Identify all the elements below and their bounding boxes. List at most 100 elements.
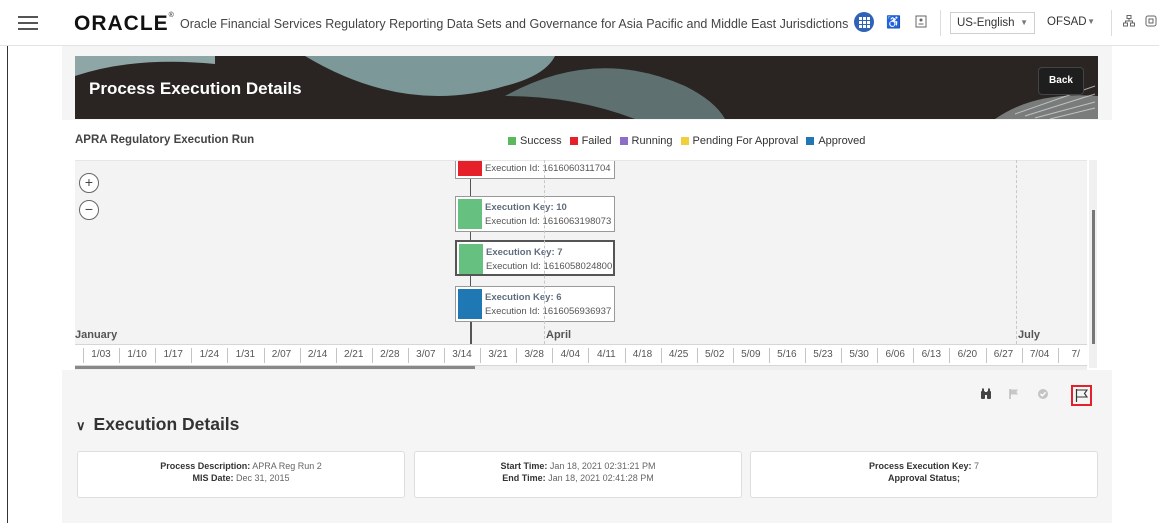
- tick-separator: [552, 348, 554, 363]
- tick-separator: [768, 348, 770, 363]
- legend-label: Approved: [818, 135, 866, 147]
- page-header-banner: Process Execution Details Back: [75, 56, 1098, 119]
- help-icon[interactable]: [914, 15, 928, 29]
- date-tick-label: 3/28: [524, 349, 544, 360]
- legend-item: Failed: [569, 135, 612, 147]
- details-card-key: Process Execution Key: 7 Approval Status…: [750, 451, 1098, 498]
- tick-separator: [191, 348, 193, 363]
- flag-outline-icon[interactable]: [1071, 385, 1092, 406]
- zoom-out-button[interactable]: −: [79, 200, 99, 220]
- tick-separator: [480, 348, 482, 363]
- date-tick-label: 2/28: [380, 349, 400, 360]
- oracle-logo: ORACLE®: [74, 12, 175, 35]
- zoom-in-button[interactable]: +: [79, 173, 99, 193]
- tick-separator: [1057, 348, 1059, 363]
- tick-separator: [227, 348, 229, 363]
- tick-separator: [516, 348, 518, 363]
- status-swatch: [458, 199, 482, 229]
- details-card-time: Start Time: Jan 18, 2021 02:31:21 PM End…: [414, 451, 742, 498]
- chevron-down-icon: ▼: [1087, 17, 1095, 26]
- date-tick-label: 3/07: [416, 349, 436, 360]
- month-gridline: [544, 160, 545, 344]
- legend-swatch: [508, 137, 516, 145]
- vertical-scrollbar-thumb[interactable]: [1092, 210, 1095, 344]
- execution-timeline[interactable]: + − Execution Key: 8Execution Id: 161606…: [75, 160, 1087, 368]
- accessibility-icon[interactable]: ♿: [886, 15, 901, 29]
- logout-icon[interactable]: [1144, 15, 1158, 29]
- date-tick-label: 4/25: [668, 349, 689, 360]
- tick-separator: [83, 348, 84, 363]
- status-swatch: [458, 161, 482, 176]
- tick-separator: [588, 348, 590, 363]
- execution-id: Execution Id: 1616056936937: [485, 306, 612, 317]
- chevron-down-icon: ∨: [76, 418, 86, 433]
- language-select[interactable]: US-English ▼: [950, 12, 1035, 34]
- execution-key: Execution Key: 7: [486, 247, 563, 258]
- date-tick-label: 2/07: [271, 349, 292, 360]
- execution-id: Execution Id: 1616060311704: [485, 163, 611, 174]
- back-button[interactable]: Back: [1038, 67, 1084, 95]
- date-tick-label: 5/16: [777, 349, 797, 360]
- horizontal-scrollbar-thumb[interactable]: [75, 366, 475, 369]
- sitemap-icon[interactable]: [1122, 15, 1136, 29]
- tick-separator: [624, 348, 626, 363]
- month-label: April: [546, 329, 572, 341]
- date-tick-label: 3/21: [488, 349, 508, 360]
- execution-node[interactable]: Execution Key: 10 Execution Id: 161606319…: [455, 196, 615, 232]
- run-title: APRA Regulatory Execution Run: [75, 134, 255, 146]
- date-tick-label: 7/04: [1029, 349, 1050, 360]
- legend-swatch: [680, 137, 689, 145]
- tick-separator: [660, 348, 662, 363]
- app-title: Oracle Financial Services Regulatory Rep…: [180, 17, 849, 31]
- execution-node[interactable]: Execution Key: 7 Execution Id: 1616058024…: [455, 240, 615, 276]
- tick-separator: [299, 348, 301, 363]
- legend-item: Running: [619, 135, 673, 147]
- date-tick-label: 4/18: [632, 349, 653, 360]
- tick-separator: [335, 348, 337, 363]
- date-tick-label: 1/31: [235, 349, 256, 360]
- month-gridline: [1016, 160, 1017, 344]
- legend-label: Pending For Approval: [692, 135, 799, 147]
- tick-separator: [732, 348, 734, 363]
- date-tick-label: 2/14: [307, 349, 328, 360]
- month-label: July: [1018, 329, 1041, 341]
- tick-separator: [444, 348, 445, 363]
- node-connector: [470, 276, 471, 286]
- date-tick-label: 5/02: [704, 349, 725, 360]
- tick-separator: [263, 348, 265, 363]
- legend-swatch: [569, 137, 578, 145]
- menu-icon[interactable]: [18, 16, 38, 30]
- execution-id: Execution Id: 1616058024800: [486, 261, 613, 272]
- legend-label: Success: [520, 135, 562, 147]
- date-tick-label: 7/: [1071, 349, 1080, 360]
- legend-swatch: [619, 137, 628, 145]
- tick-separator: [407, 348, 409, 363]
- date-tick-label: 5/23: [813, 349, 833, 360]
- legend-label: Failed: [581, 135, 612, 147]
- execution-details-header[interactable]: ∨ Execution Details: [76, 414, 239, 435]
- date-axis: 1/03 1/10 1/17 1/24 1/31 2/07 2/14 2/21 2/28 3/07…: [75, 344, 1087, 366]
- top-bar: ORACLE® Oracle Financial Services Regula…: [0, 0, 1159, 46]
- date-tick-label: 2/21: [343, 349, 364, 360]
- status-legend: Success Failed Running Pending For Approval…: [508, 135, 865, 147]
- execution-node[interactable]: Execution Key: 6 Execution Id: 1616056936…: [455, 286, 615, 322]
- tick-separator: [119, 348, 121, 363]
- date-tick-label: 1/17: [163, 349, 183, 360]
- user-menu[interactable]: OFSAD ▼: [1043, 12, 1101, 34]
- date-tick-label: 6/13: [921, 349, 942, 360]
- tick-separator: [913, 348, 915, 363]
- frame-border: [7, 46, 8, 523]
- check-circle-icon[interactable]: [1035, 388, 1051, 404]
- legend-swatch: [806, 137, 815, 145]
- node-connector: [470, 232, 471, 240]
- date-tick-label: 5/30: [849, 349, 869, 360]
- execution-node[interactable]: Execution Key: 8Execution Id: 1616060311…: [455, 161, 615, 179]
- date-tick-label: 6/06: [885, 349, 905, 360]
- tick-separator: [155, 348, 157, 363]
- binoculars-icon[interactable]: [978, 388, 994, 404]
- apps-grid-icon[interactable]: [854, 12, 874, 32]
- execution-id: Execution Id: 1616063198073: [485, 216, 612, 227]
- tick-separator: [371, 348, 373, 363]
- execution-key: Execution Key: 10: [485, 202, 567, 213]
- flag-filled-icon[interactable]: [1006, 388, 1022, 404]
